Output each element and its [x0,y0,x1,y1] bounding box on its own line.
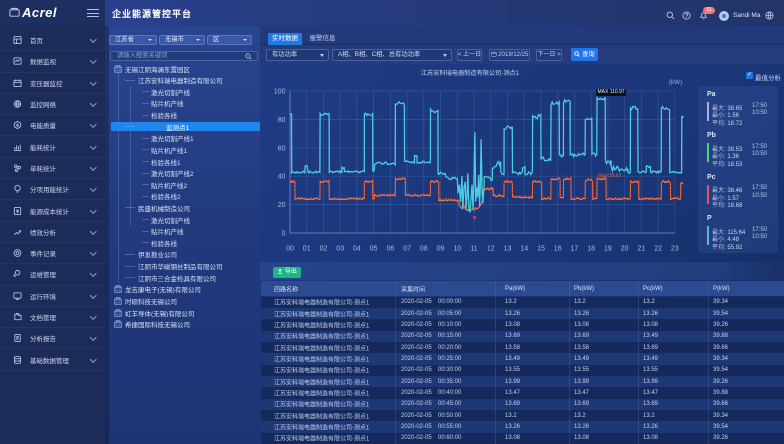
svg-text:23: 23 [671,246,679,253]
svg-text:05: 05 [370,246,378,253]
svg-text:15: 15 [537,246,545,253]
svg-text:13: 13 [504,246,512,253]
svg-text:100: 100 [274,89,286,96]
svg-text:80: 80 [278,117,286,124]
svg-text:0: 0 [282,231,286,238]
svg-text:08: 08 [420,246,428,253]
svg-text:04: 04 [353,246,361,253]
svg-text:10: 10 [453,246,461,253]
svg-text:01: 01 [303,246,311,253]
svg-text:22: 22 [654,246,662,253]
svg-text:09: 09 [437,246,445,253]
svg-text:40: 40 [278,174,286,181]
svg-text:14: 14 [520,246,528,253]
svg-text:06: 06 [387,246,395,253]
svg-text:03: 03 [336,246,344,253]
svg-text:20: 20 [621,246,629,253]
svg-text:60: 60 [278,145,286,152]
svg-text:21: 21 [637,246,645,253]
svg-text:20: 20 [278,202,286,209]
svg-text:00: 00 [286,246,294,253]
svg-text:19: 19 [604,246,612,253]
svg-text:02: 02 [320,246,328,253]
svg-text:11: 11 [470,246,477,253]
svg-text:16: 16 [554,246,562,253]
svg-text:18: 18 [587,246,595,253]
svg-text:12: 12 [487,246,495,253]
svg-text:07: 07 [403,246,411,253]
svg-text:17: 17 [571,246,579,253]
